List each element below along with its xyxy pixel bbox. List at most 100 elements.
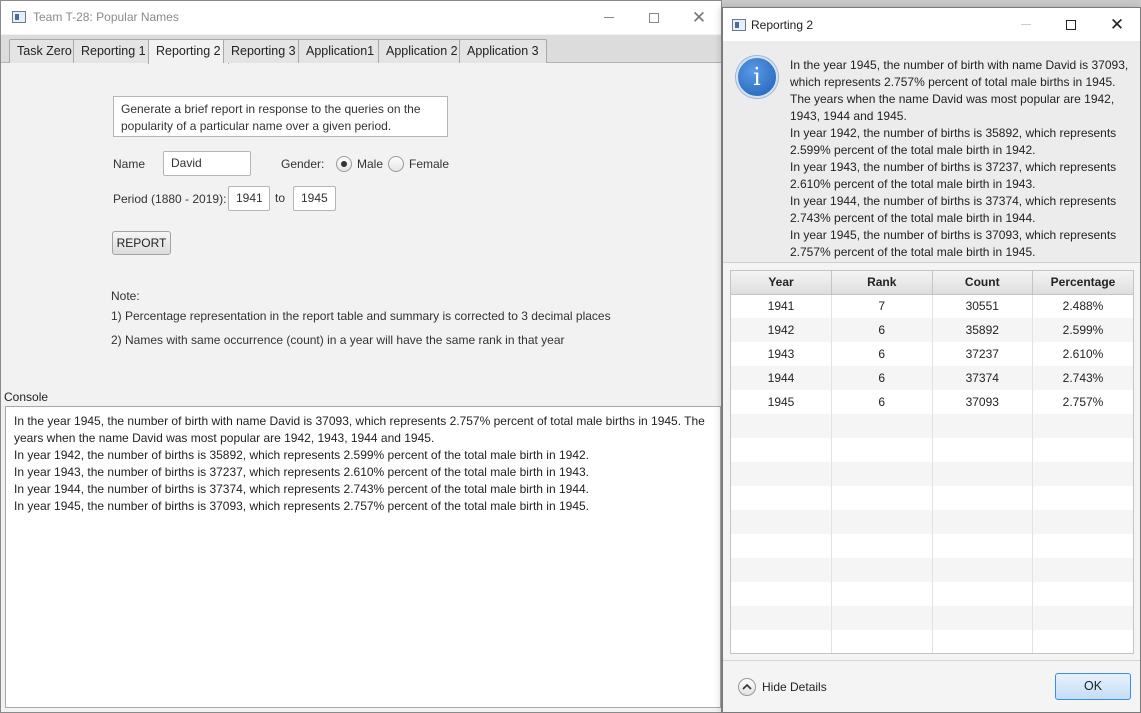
name-input[interactable]: David — [163, 151, 251, 176]
chevron-up-icon — [742, 683, 752, 690]
table-cell: 2.757% — [1032, 390, 1133, 414]
table-row[interactable]: 1942 6 35892 2.599% — [731, 318, 1133, 342]
close-button[interactable]: ✕ — [676, 1, 722, 34]
table-row[interactable]: 1945 6 37093 2.757% — [731, 390, 1133, 414]
period-label: Period (1880 - 2019): — [113, 192, 227, 206]
info-icon: i — [736, 56, 778, 98]
tab-application-3[interactable]: Application 3 — [459, 39, 547, 63]
table-cell — [831, 510, 933, 534]
table-row[interactable] — [731, 438, 1133, 462]
gender-female-label[interactable]: Female — [409, 157, 449, 171]
table-row[interactable] — [731, 606, 1133, 630]
close-icon: ✕ — [1109, 15, 1125, 34]
table-cell: 2.599% — [1032, 318, 1133, 342]
table-row[interactable]: 1944 6 37374 2.743% — [731, 366, 1133, 390]
table-cell: 6 — [831, 366, 933, 390]
dialog-title: Reporting 2 — [751, 18, 814, 32]
dialog-minimize-button[interactable] — [1003, 8, 1049, 41]
table-cell — [731, 414, 832, 438]
table-row[interactable] — [731, 462, 1133, 486]
table-row[interactable]: 1943 6 37237 2.610% — [731, 342, 1133, 366]
table-cell — [932, 414, 1033, 438]
table-cell: 6 — [831, 342, 933, 366]
column-header-count[interactable]: Count — [932, 271, 1033, 295]
table-cell: 1942 — [731, 318, 832, 342]
period-to-label: to — [275, 191, 286, 205]
table-cell — [1032, 558, 1133, 582]
table-cell — [932, 534, 1033, 558]
window-title: Team T-28: Popular Names — [33, 10, 179, 24]
table-cell — [932, 438, 1033, 462]
table-row[interactable] — [731, 414, 1133, 438]
gender-label: Gender: — [281, 157, 325, 171]
report-button[interactable]: REPORT — [112, 231, 171, 255]
tab-application-2[interactable]: Application 2 — [378, 39, 466, 63]
dialog-message-line: In year 1945, the number of births is 37… — [790, 228, 1117, 259]
tab-task-zero[interactable]: Task Zero — [9, 39, 80, 63]
table-cell — [932, 510, 1033, 534]
table-cell: 1943 — [731, 342, 832, 366]
table-cell — [932, 462, 1033, 486]
table-cell: 37374 — [932, 366, 1033, 390]
period-from-input[interactable]: 1941 — [228, 186, 270, 211]
gender-female-radio[interactable] — [388, 156, 404, 172]
table-cell — [731, 438, 832, 462]
table-cell — [831, 582, 933, 606]
table-row[interactable] — [731, 558, 1133, 582]
name-label: Name — [113, 157, 146, 171]
table-cell — [731, 462, 832, 486]
table-cell — [831, 630, 933, 653]
note-1: 1) Percentage representation in the repo… — [111, 309, 611, 323]
table-cell — [932, 630, 1033, 653]
period-to-input[interactable]: 1945 — [293, 186, 336, 211]
maximize-button[interactable] — [631, 1, 677, 34]
description-box: Generate a brief report in response to t… — [113, 96, 448, 137]
table-row[interactable] — [731, 534, 1133, 558]
report-table[interactable]: Year Rank Count Percentage 1941 7 30551 2.4… — [730, 270, 1134, 654]
dialog-close-button[interactable]: ✕ — [1094, 8, 1140, 41]
gender-male-label[interactable]: Male — [357, 157, 383, 171]
table-cell — [831, 606, 933, 630]
table-row[interactable]: 1941 7 30551 2.488% — [731, 294, 1133, 318]
dialog-message-line: In the year 1945, the number of birth wi… — [790, 58, 1129, 123]
table-cell — [831, 534, 933, 558]
hide-details-toggle[interactable] — [738, 678, 756, 696]
table-row[interactable] — [731, 630, 1133, 653]
table-cell — [831, 558, 933, 582]
table-cell: 6 — [831, 318, 933, 342]
tab-reporting-2[interactable]: Reporting 2 — [148, 39, 229, 64]
console-line: In year 1944, the number of births is 37… — [14, 482, 590, 496]
dialog-window-icon — [732, 19, 746, 31]
table-cell: 1941 — [731, 294, 832, 318]
table-cell — [932, 486, 1033, 510]
table-cell: 1945 — [731, 390, 832, 414]
gender-male-radio[interactable] — [336, 156, 352, 172]
column-header-rank[interactable]: Rank — [831, 271, 933, 295]
table-cell: 37237 — [932, 342, 1033, 366]
table-row[interactable] — [731, 582, 1133, 606]
table-cell — [1032, 534, 1133, 558]
table-row[interactable] — [731, 510, 1133, 534]
table-cell — [1032, 510, 1133, 534]
dialog-maximize-button[interactable] — [1048, 8, 1094, 41]
column-header-percentage[interactable]: Percentage — [1032, 271, 1133, 295]
tab-reporting-3[interactable]: Reporting 3 — [223, 39, 304, 63]
table-cell — [731, 486, 832, 510]
console-output[interactable]: In the year 1945, the number of birth wi… — [5, 406, 721, 708]
dialog-header: i In the year 1945, the number of birth … — [723, 41, 1140, 263]
table-cell — [1032, 462, 1133, 486]
table-cell — [1032, 606, 1133, 630]
console-line: In the year 1945, the number of birth wi… — [14, 414, 705, 445]
main-titlebar: Team T-28: Popular Names ✕ — [1, 1, 721, 34]
table-row[interactable] — [731, 486, 1133, 510]
note-2: 2) Names with same occurrence (count) in… — [111, 333, 565, 347]
table-cell — [831, 462, 933, 486]
column-header-year[interactable]: Year — [731, 271, 832, 295]
tab-reporting-1[interactable]: Reporting 1 — [73, 39, 154, 63]
tab-application-1[interactable]: Application1 — [298, 39, 383, 63]
minimize-button[interactable] — [586, 1, 632, 34]
app-window-icon — [12, 11, 26, 23]
table-cell — [932, 582, 1033, 606]
ok-button[interactable]: OK — [1055, 673, 1131, 700]
hide-details-label[interactable]: Hide Details — [762, 680, 827, 694]
